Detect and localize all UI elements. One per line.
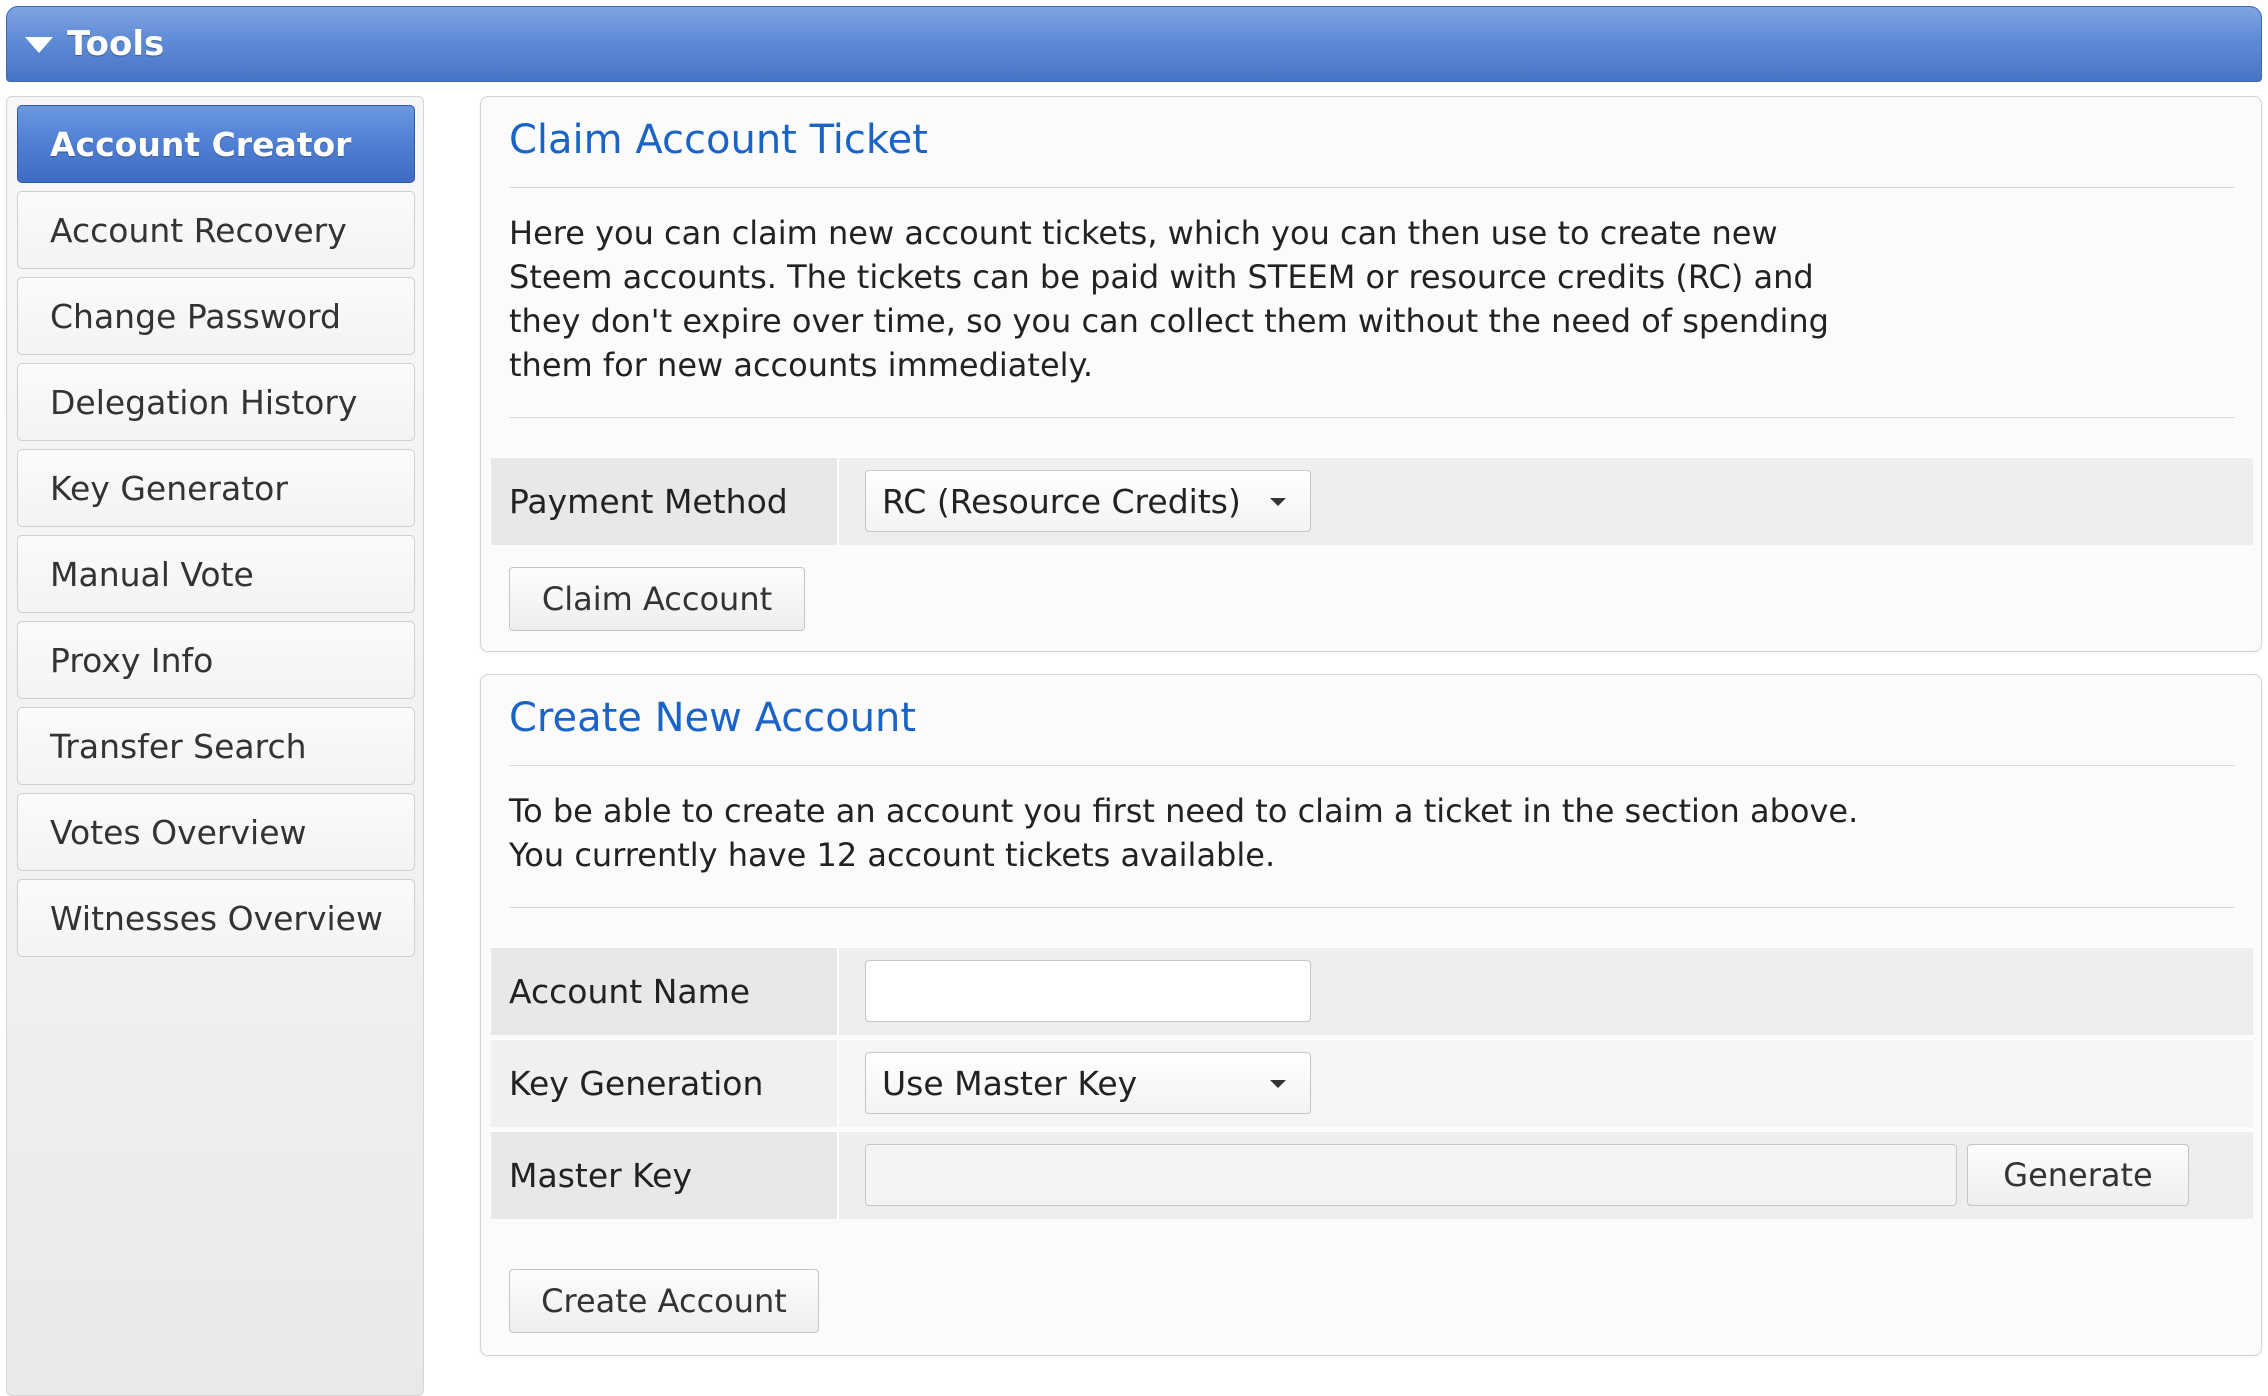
claim-description: Here you can claim new account tickets, … — [509, 214, 1829, 384]
divider — [509, 907, 2235, 908]
sidebar-item-witnesses-overview[interactable]: Witnesses Overview — [17, 879, 415, 957]
payment-method-select[interactable]: RC (Resource Credits) — [865, 470, 1311, 532]
divider — [509, 187, 2235, 188]
triangle-down-icon — [25, 37, 53, 53]
sidebar-item-proxy-info[interactable]: Proxy Info — [17, 621, 415, 699]
sidebar-item-delegation-history[interactable]: Delegation History — [17, 363, 415, 441]
master-key-label: Master Key — [491, 1132, 839, 1219]
claim-panel-title: Claim Account Ticket — [509, 117, 928, 163]
key-generation-row: Key Generation Use Master Key — [491, 1039, 2253, 1127]
create-description-line2: You currently have 12 account tickets av… — [509, 836, 1276, 874]
tools-title: Tools — [67, 24, 165, 64]
claim-account-button[interactable]: Claim Account — [509, 567, 805, 631]
account-name-row: Account Name — [491, 947, 2253, 1035]
create-description-line1: To be able to create an account you firs… — [509, 792, 1859, 830]
master-key-row: Master Key Generate — [491, 1131, 2253, 1219]
payment-method-label: Payment Method — [491, 458, 839, 545]
master-key-input[interactable] — [865, 1144, 1957, 1206]
key-generation-value: Use Master Key — [882, 1063, 1138, 1103]
chevron-down-icon — [1270, 498, 1286, 506]
sidebar-item-account-creator[interactable]: Account Creator — [17, 105, 415, 183]
sidebar-item-manual-vote[interactable]: Manual Vote — [17, 535, 415, 613]
payment-method-value: RC (Resource Credits) — [882, 481, 1241, 521]
key-generation-select[interactable]: Use Master Key — [865, 1052, 1311, 1114]
divider — [509, 765, 2235, 766]
sidebar-item-account-recovery[interactable]: Account Recovery — [17, 191, 415, 269]
chevron-down-icon — [1270, 1080, 1286, 1088]
sidebar-item-change-password[interactable]: Change Password — [17, 277, 415, 355]
create-description: To be able to create an account you firs… — [509, 789, 2009, 877]
sidebar-item-votes-overview[interactable]: Votes Overview — [17, 793, 415, 871]
claim-account-panel: Claim Account Ticket Here you can claim … — [480, 96, 2262, 652]
create-panel-title: Create New Account — [509, 695, 917, 741]
sidebar-item-key-generator[interactable]: Key Generator — [17, 449, 415, 527]
create-account-button[interactable]: Create Account — [509, 1269, 819, 1333]
account-name-input[interactable] — [865, 960, 1311, 1022]
account-name-label: Account Name — [491, 948, 839, 1035]
generate-button[interactable]: Generate — [1967, 1144, 2189, 1206]
create-account-panel: Create New Account To be able to create … — [480, 674, 2262, 1356]
sidebar-item-transfer-search[interactable]: Transfer Search — [17, 707, 415, 785]
payment-method-row: Payment Method RC (Resource Credits) — [491, 457, 2253, 545]
tools-header[interactable]: Tools — [6, 6, 2262, 82]
key-generation-label: Key Generation — [491, 1040, 839, 1127]
divider — [509, 417, 2235, 418]
sidebar: Account Creator Account Recovery Change … — [6, 96, 424, 1396]
